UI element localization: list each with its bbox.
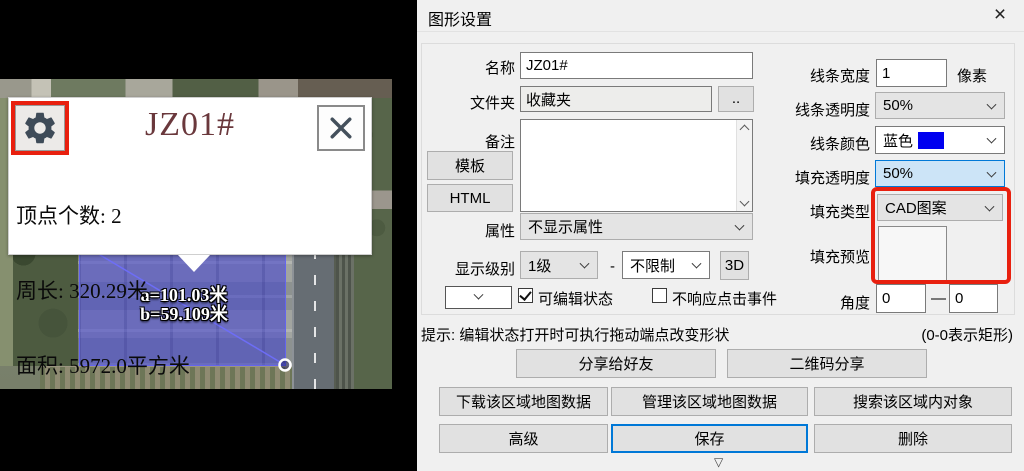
screen: a=101.03米 b=59.109米 JZ01# 顶点个数: 2 [0, 0, 1024, 471]
chevron-down-icon [987, 134, 997, 144]
settings-button[interactable] [15, 105, 65, 151]
note-label: 备注 [447, 131, 515, 152]
popup-attributes: 顶点个数: 2 周长: 320.29米 面积: 5972.0平方米 8.958(… [16, 154, 190, 389]
line-width-unit: 像素 [957, 65, 987, 86]
save-button[interactable]: 保存 [611, 424, 808, 453]
chevron-down-icon [580, 259, 590, 269]
fill-preview-box [878, 226, 947, 281]
fill-type-value: CAD图案 [885, 197, 947, 218]
browse-folder-button[interactable]: .. [718, 86, 754, 112]
scroll-more-indicator: ▽ [714, 455, 723, 469]
popup-title: JZ01# [69, 106, 311, 144]
angle-from-input[interactable] [876, 284, 926, 313]
angle-label: 角度 [810, 292, 870, 313]
angle-dash: — [931, 290, 946, 307]
name-input[interactable] [520, 52, 753, 79]
folder-input[interactable] [520, 86, 712, 112]
gear-icon [21, 109, 59, 147]
map-top-band [0, 79, 392, 98]
attribute-label: 属性 [447, 220, 515, 241]
graphic-settings-dialog: 图形设置 × 名称 文件夹 .. 备注 模板 HTML 属性 不显示属性 显示级… [417, 0, 1024, 471]
fill-alpha-value: 50% [883, 165, 913, 182]
chevron-down-icon [987, 167, 997, 177]
chevron-down-icon [735, 220, 745, 230]
advanced-button[interactable]: 高级 [439, 424, 608, 453]
feature-info-popup: JZ01# 顶点个数: 2 周长: 320.29米 面积: 5972.0平方米 … [8, 97, 372, 255]
vertex-count-line: 顶点个数: 2 [16, 204, 190, 229]
level-from-dropdown[interactable]: 1级 [520, 251, 598, 279]
note-textarea[interactable] [520, 119, 753, 212]
template-button[interactable]: 模板 [427, 151, 513, 180]
edit-tip: 提示: 编辑状态打开时可执行拖动端点改变形状 [421, 324, 729, 345]
note-scrollbar[interactable] [736, 120, 752, 211]
noclick-checkbox[interactable] [652, 288, 667, 303]
fill-preview-label: 填充预览 [770, 246, 870, 267]
line-color-label: 线条颜色 [770, 133, 870, 154]
popup-close-button[interactable] [317, 105, 365, 151]
line-alpha-value: 50% [883, 97, 913, 114]
folder-label: 文件夹 [447, 92, 515, 113]
dialog-title: 图形设置 [428, 6, 492, 30]
perimeter-line: 周长: 320.29米 [16, 279, 190, 304]
dialog-close-button[interactable]: × [988, 3, 1012, 27]
satellite-map[interactable]: a=101.03米 b=59.109米 JZ01# 顶点个数: 2 [0, 79, 392, 389]
level-to-value: 不限制 [630, 255, 675, 276]
html-button[interactable]: HTML [427, 184, 513, 212]
level-from-value: 1级 [528, 255, 551, 276]
chevron-down-icon [474, 290, 484, 300]
rect-note: (0-0表示矩形) [867, 324, 1013, 345]
line-width-label: 线条宽度 [770, 65, 870, 86]
chevron-down-icon [987, 99, 997, 109]
level-separator: - [610, 258, 615, 275]
noclick-label: 不响应点击事件 [672, 288, 777, 309]
editable-checkbox[interactable] [518, 288, 533, 303]
title-divider [417, 31, 1024, 32]
share-friend-button[interactable]: 分享给好友 [516, 349, 716, 378]
delete-button[interactable]: 删除 [814, 424, 1012, 453]
expand-more-button[interactable] [445, 286, 512, 309]
fill-alpha-label: 填充透明度 [770, 167, 870, 188]
settings-highlight-box [11, 101, 69, 155]
chevron-down-icon [985, 201, 995, 211]
search-objects-button[interactable]: 搜索该区域内对象 [814, 387, 1012, 416]
manage-map-button[interactable]: 管理该区域地图数据 [611, 387, 808, 416]
3d-button[interactable]: 3D [720, 251, 749, 280]
editable-label: 可编辑状态 [538, 288, 613, 309]
fill-type-label: 填充类型 [770, 201, 870, 222]
line-alpha-label: 线条透明度 [770, 99, 870, 120]
display-level-label: 显示级别 [417, 258, 515, 279]
scroll-up-icon[interactable] [740, 125, 750, 135]
fill-type-dropdown[interactable]: CAD图案 [877, 194, 1003, 221]
scroll-down-icon[interactable] [740, 197, 750, 207]
attribute-value: 不显示属性 [528, 216, 603, 237]
chevron-down-icon [692, 259, 702, 269]
angle-to-input[interactable] [949, 284, 998, 313]
share-qr-button[interactable]: 二维码分享 [727, 349, 927, 378]
line-width-input[interactable] [876, 59, 947, 87]
attribute-dropdown[interactable]: 不显示属性 [520, 213, 753, 240]
area-line: 面积: 5972.0平方米 [16, 354, 190, 379]
line-color-swatch [918, 132, 944, 149]
close-icon [327, 114, 355, 142]
name-label: 名称 [447, 57, 515, 78]
line-color-value: 蓝色 [883, 130, 913, 151]
line-alpha-dropdown[interactable]: 50% [875, 92, 1005, 119]
line-color-dropdown[interactable]: 蓝色 [875, 126, 1005, 154]
level-to-dropdown[interactable]: 不限制 [622, 251, 710, 279]
fill-alpha-dropdown[interactable]: 50% [875, 160, 1005, 187]
download-map-button[interactable]: 下载该区域地图数据 [439, 387, 608, 416]
